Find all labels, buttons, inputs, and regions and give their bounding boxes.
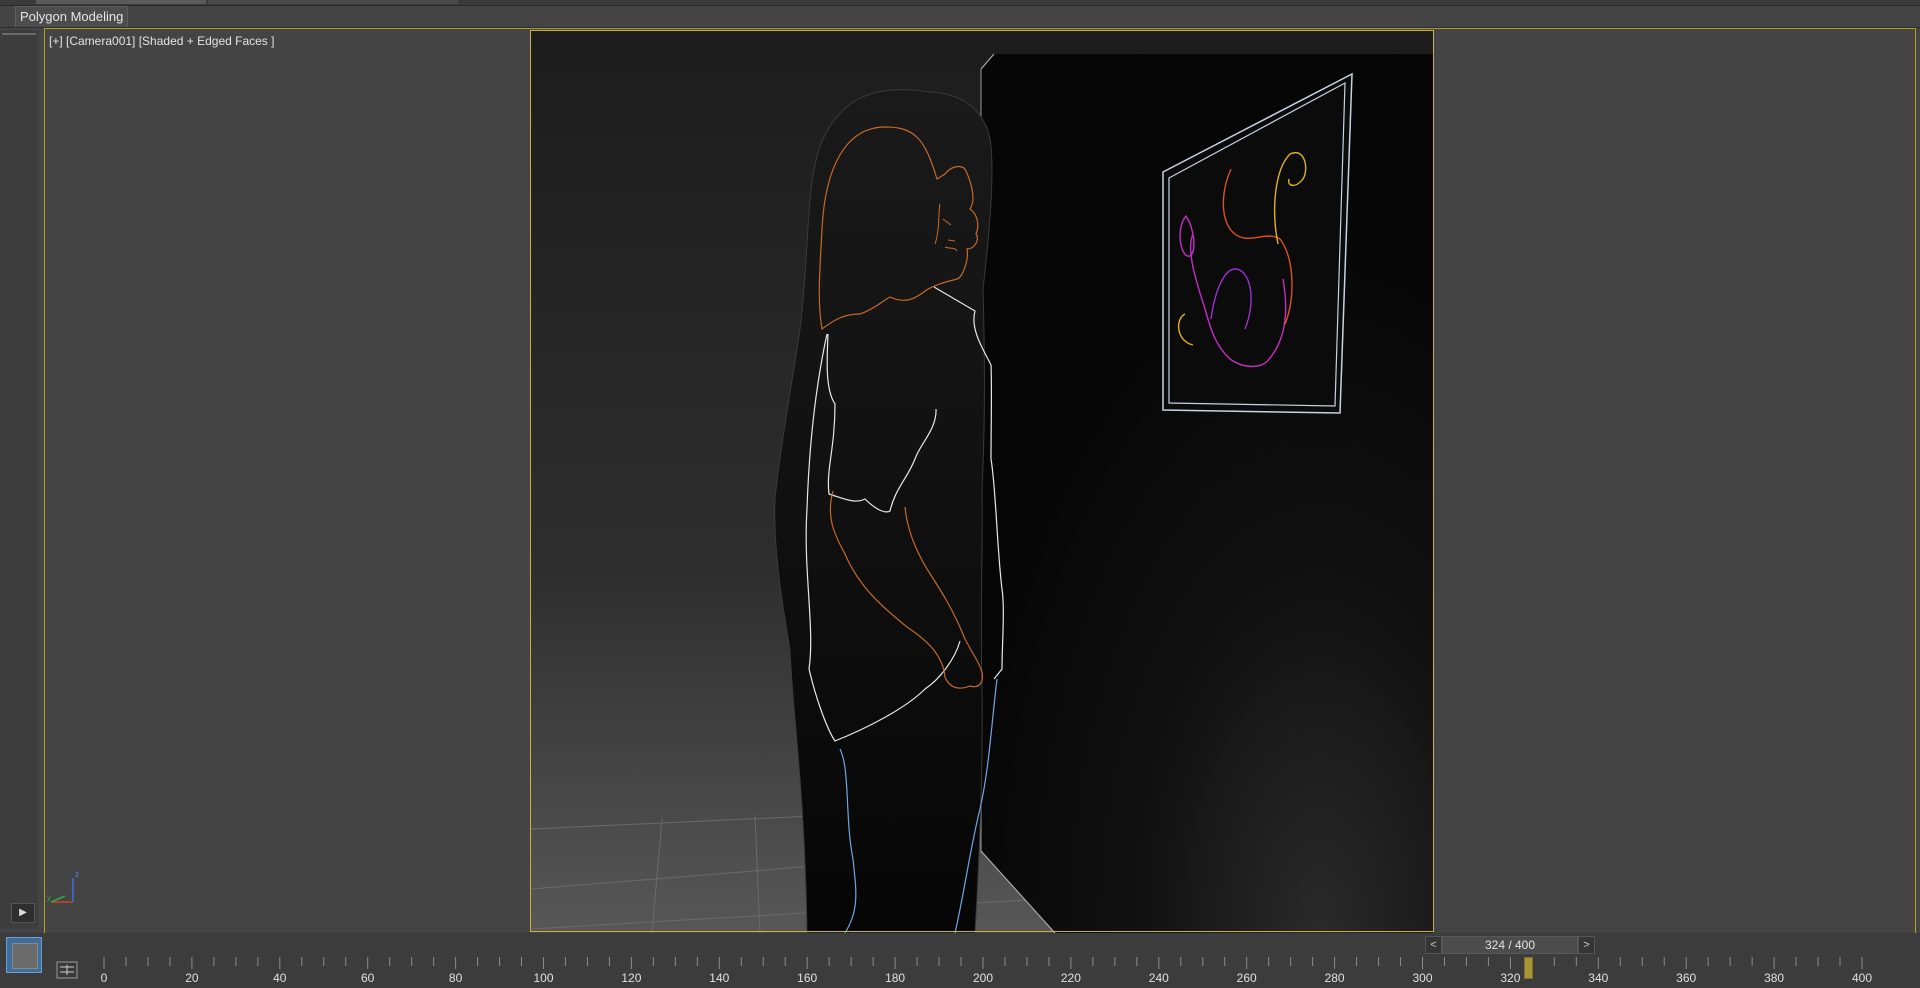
timeline-tick-label: 280: [1324, 971, 1345, 985]
timeline-tick-label: 60: [361, 971, 375, 985]
ribbon-divider: [0, 27, 1920, 28]
axis-label-y: y: [47, 893, 51, 902]
prev-frame-button[interactable]: <: [1425, 936, 1442, 954]
timeline-tick-label: 160: [797, 971, 818, 985]
key-mode-icon: [12, 943, 38, 969]
tab-fragment-1[interactable]: [36, 0, 206, 4]
timeline-tick-label: 260: [1236, 971, 1257, 985]
timeline-tick-label: 320: [1500, 971, 1521, 985]
timeline-tick-label: 140: [709, 971, 730, 985]
play-button[interactable]: ▶: [11, 903, 35, 923]
time-slider[interactable]: < 324 / 400 >: [1425, 936, 1595, 954]
timeline-tick-label: 380: [1764, 971, 1785, 985]
tab-fragment-2[interactable]: [208, 0, 458, 4]
key-mode-button[interactable]: [6, 937, 42, 973]
timeline-tick-label: 100: [533, 971, 554, 985]
timeline-tick-label: 360: [1676, 971, 1697, 985]
playhead[interactable]: [1523, 957, 1533, 979]
timeline-tick-label: 80: [448, 971, 463, 985]
timeline-panel: < 324 / 400 > 0 20 40 60 80 100 120 140 160 180 20…: [0, 933, 1920, 988]
timeline-tick-label: 20: [185, 971, 199, 985]
menu-area: Polygon Modeling: [0, 0, 1920, 30]
left-rail: [0, 30, 38, 928]
timeline-tick-label: 400: [1851, 971, 1873, 985]
axis-label-z: z: [75, 870, 79, 879]
timeline-ruler[interactable]: 0 20 40 60 80 100 120 140 160 180 200 220 240 260 280 3…: [80, 957, 1920, 988]
timeline-tick-label: 220: [1060, 971, 1081, 985]
timeline-tick-label: 240: [1148, 971, 1169, 985]
timeline-tick-label: 0: [100, 971, 108, 985]
timeline-tick-label: 40: [273, 971, 287, 985]
viewport-label[interactable]: [+] [Camera001] [Shaded + Edged Faces ]: [49, 34, 274, 48]
timeline-tick-label: 180: [885, 971, 906, 985]
safe-frame: [530, 30, 1434, 932]
camera-viewport[interactable]: [+] [Camera001] [Shaded + Edged Faces ] …: [44, 28, 1916, 934]
axis-gizmo-icon: y z: [47, 870, 79, 903]
ruler-ticks: [103, 957, 1863, 969]
timeline-tick-label: 120: [621, 971, 642, 985]
timeline-tick-label: 340: [1588, 971, 1609, 985]
rail-grip[interactable]: [2, 33, 36, 35]
timeline-tick-label: 200: [972, 971, 994, 985]
tab-polygon-modeling[interactable]: Polygon Modeling: [15, 6, 129, 27]
next-frame-button[interactable]: >: [1578, 936, 1595, 954]
frame-counter[interactable]: 324 / 400: [1442, 936, 1578, 954]
track-bar-icon[interactable]: [56, 961, 78, 979]
timeline-tick-label: 300: [1412, 971, 1433, 985]
play-icon: ▶: [19, 907, 27, 918]
